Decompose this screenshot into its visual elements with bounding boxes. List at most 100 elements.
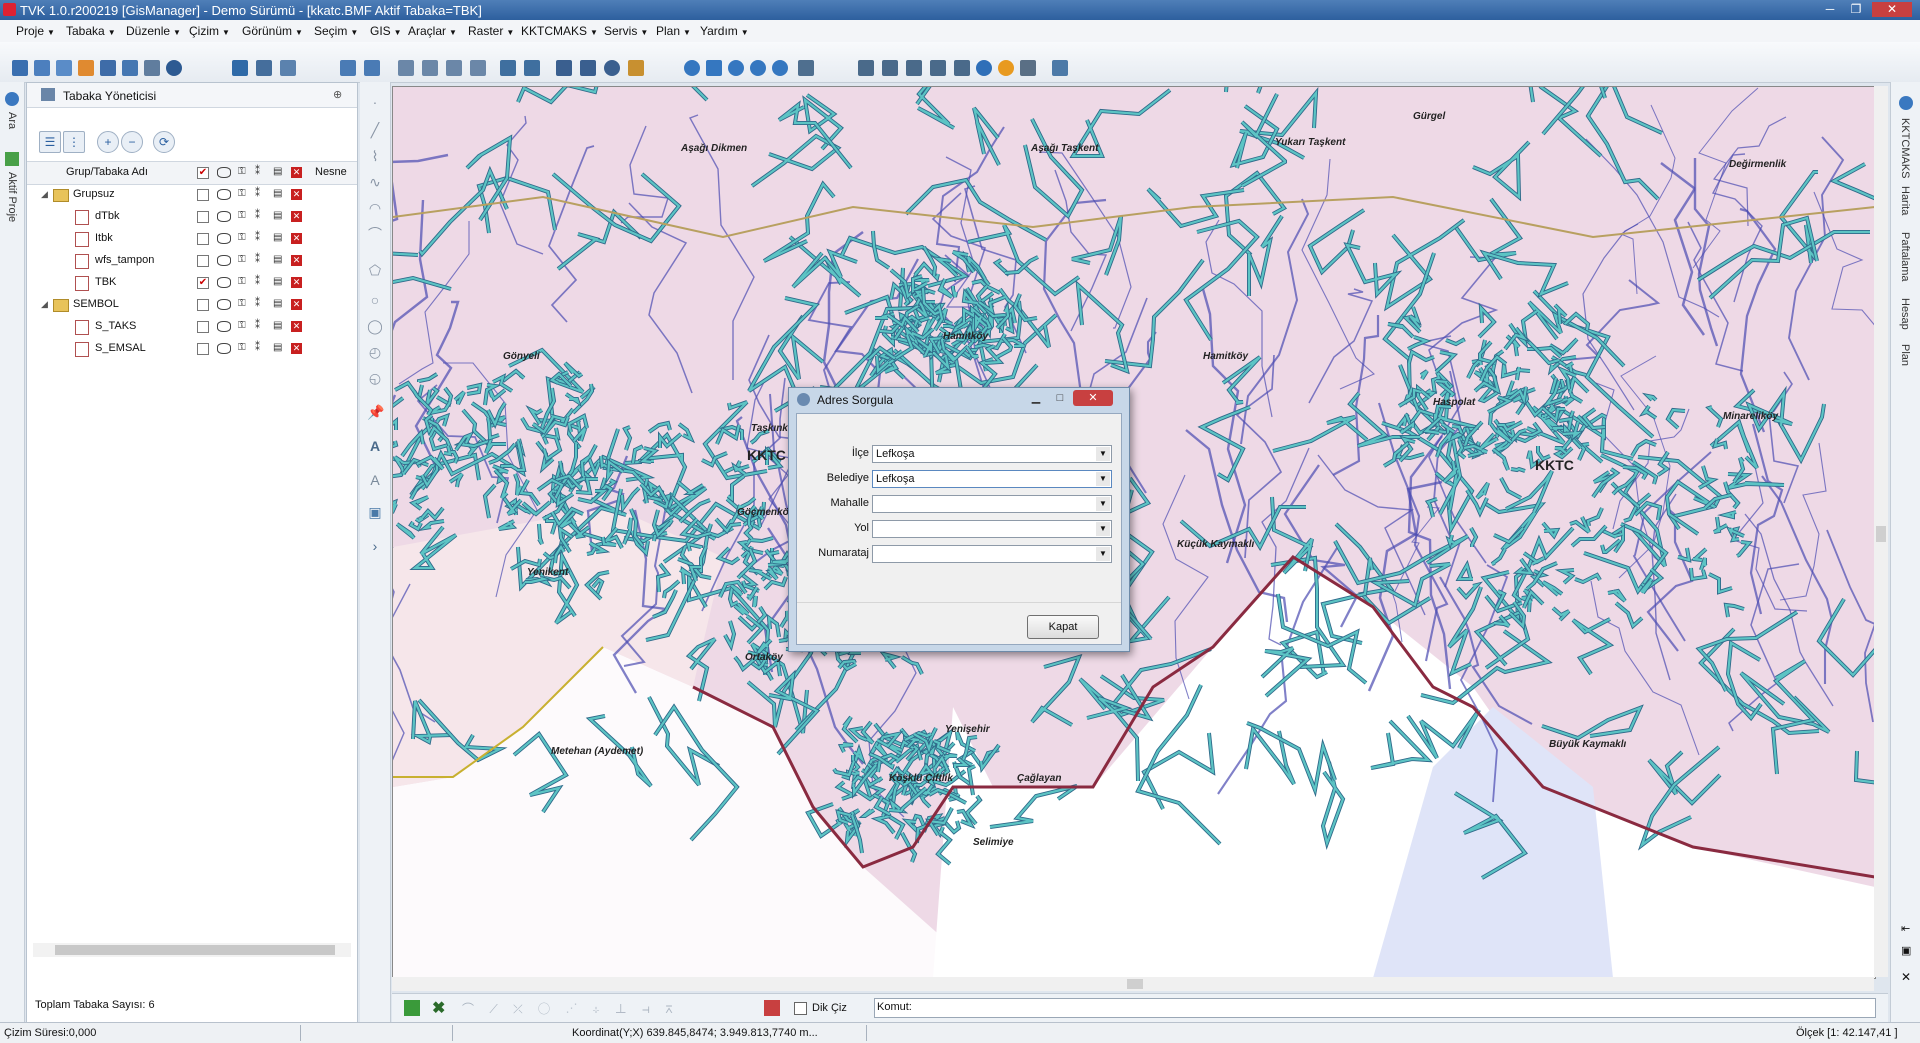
delete-icon[interactable]: ✕: [291, 343, 302, 354]
close-button[interactable]: Kapat: [1027, 615, 1099, 639]
snap-icon[interactable]: ⁑: [255, 188, 266, 200]
layer-row-s-taks[interactable]: S_TAKS ⚿ ⁑ ▤ ✕: [27, 316, 357, 338]
restore-button[interactable]: ❐: [1846, 2, 1866, 17]
print-layer-icon[interactable]: ▤: [273, 210, 284, 222]
layer-visible-checkbox[interactable]: [197, 255, 209, 267]
eye-icon[interactable]: [217, 343, 231, 354]
column-visible-check[interactable]: ✔: [197, 167, 209, 179]
arc-center-icon[interactable]: ◵: [367, 370, 383, 386]
snap-icon[interactable]: ⁑: [255, 298, 266, 310]
menu-duzenle[interactable]: Düzenle ▼: [126, 24, 181, 38]
cut-icon[interactable]: [422, 60, 438, 76]
save-as-icon[interactable]: [122, 60, 138, 76]
delete-icon[interactable]: ✕: [291, 321, 302, 332]
snap-icon[interactable]: ⁑: [255, 232, 266, 244]
lock-icon[interactable]: ⚿: [238, 166, 249, 178]
delete-icon[interactable]: ✕: [291, 255, 302, 266]
print-layer-icon[interactable]: ▤: [273, 166, 284, 178]
pin-icon[interactable]: ⇤: [1901, 922, 1910, 935]
select-polygon-icon[interactable]: [906, 60, 922, 76]
menu-cizim[interactable]: Çizim ▼: [189, 24, 230, 38]
layer-visible-checkbox[interactable]: [197, 189, 209, 201]
lock-icon[interactable]: ⚿: [238, 276, 249, 288]
menu-araclar[interactable]: Araçlar ▼: [408, 24, 457, 38]
eraser-icon[interactable]: [524, 60, 540, 76]
eye-icon[interactable]: [217, 277, 231, 288]
select-icon[interactable]: [858, 60, 874, 76]
layer-visible-checkbox[interactable]: [197, 343, 209, 355]
chevron-down-icon[interactable]: ▼: [1096, 447, 1110, 461]
column-layer-name[interactable]: Grup/Tabaka Adı: [27, 166, 187, 178]
layer-row-dtbk[interactable]: dTbk ⚿ ⁑ ▤ ✕: [27, 206, 357, 228]
rotate-icon[interactable]: [580, 60, 596, 76]
select-window-icon[interactable]: [882, 60, 898, 76]
snap-off-icon[interactable]: ✖: [432, 998, 445, 1018]
menu-tabaka[interactable]: Tabaka ▼: [66, 24, 116, 38]
redo-icon[interactable]: [364, 60, 380, 76]
layer-row-sembol[interactable]: ◢ SEMBOL ⚿ ⁑ ▤ ✕: [27, 294, 357, 316]
layer-visible-checkbox[interactable]: [197, 211, 209, 223]
snap-icon[interactable]: ⁑: [255, 166, 266, 178]
eye-icon[interactable]: [217, 167, 231, 178]
redraw-icon[interactable]: [684, 60, 700, 76]
lock-icon[interactable]: ⚿: [238, 210, 249, 222]
copy-icon[interactable]: [398, 60, 414, 76]
chevron-down-icon[interactable]: ▼: [1096, 547, 1110, 561]
chevron-down-icon[interactable]: ▼: [1096, 497, 1110, 511]
grid-icon[interactable]: [280, 60, 296, 76]
lock-icon[interactable]: ⚿: [238, 232, 249, 244]
zoom-window-icon[interactable]: [772, 60, 788, 76]
menu-secim[interactable]: Seçim ▼: [314, 24, 358, 38]
snap-icon[interactable]: ⁑: [255, 342, 266, 354]
snap-icon[interactable]: ⁑: [255, 276, 266, 288]
mahalle-select[interactable]: ▼: [872, 495, 1112, 513]
menu-gorunum[interactable]: Görünüm ▼: [242, 24, 303, 38]
print-layer-icon[interactable]: ▤: [273, 342, 284, 354]
layer-refresh-button[interactable]: ⟳: [153, 131, 175, 153]
menu-servis[interactable]: Servis ▼: [604, 24, 648, 38]
snap-icon[interactable]: ⁑: [255, 254, 266, 266]
edit-icon[interactable]: [500, 60, 516, 76]
refresh-icon[interactable]: [604, 60, 620, 76]
open-file-icon[interactable]: [34, 60, 50, 76]
command-input[interactable]: Komut:: [874, 998, 1876, 1018]
polyline-icon[interactable]: ⌇: [367, 148, 383, 164]
text-icon[interactable]: A: [367, 438, 383, 454]
snap-icon[interactable]: ⁑: [255, 210, 266, 222]
search-tab-label[interactable]: Ara: [6, 112, 18, 129]
print-layer-icon[interactable]: ▤: [273, 276, 284, 288]
dialog-maximize-button[interactable]: □: [1049, 390, 1071, 406]
measure-icon[interactable]: [954, 60, 970, 76]
layer-visible-checkbox[interactable]: [197, 233, 209, 245]
power-icon[interactable]: [166, 60, 182, 76]
belediye-select[interactable]: Lefkoşa ▼: [872, 470, 1112, 488]
right-tab-harita[interactable]: Harita: [1899, 186, 1911, 215]
minimize-button[interactable]: ─: [1820, 2, 1840, 17]
move-icon[interactable]: [556, 60, 572, 76]
menu-raster[interactable]: Raster ▼: [468, 24, 514, 38]
close-panel-icon[interactable]: ✕: [1901, 970, 1911, 984]
right-tab-kktcmaks[interactable]: KKTCMAKS: [1899, 118, 1911, 179]
pin-marker-icon[interactable]: 📌: [367, 404, 384, 420]
point-icon[interactable]: ·: [367, 94, 383, 110]
globe-icon[interactable]: [1899, 96, 1913, 110]
layer-row-itbk[interactable]: Itbk ⚿ ⁑ ▤ ✕: [27, 228, 357, 250]
eraser-icon[interactable]: [764, 1000, 780, 1016]
map-toggle-icon[interactable]: [404, 1000, 420, 1016]
eye-icon[interactable]: [217, 321, 231, 332]
paste-icon[interactable]: [446, 60, 462, 76]
delete-icon[interactable]: ✕: [291, 233, 302, 244]
menu-plan[interactable]: Plan ▼: [656, 24, 691, 38]
layer-visible-checkbox[interactable]: [197, 299, 209, 311]
print-layer-icon[interactable]: ▤: [273, 232, 284, 244]
zoom-out-icon[interactable]: [750, 60, 766, 76]
menu-kktcmaks[interactable]: KKTCMAKS ▼: [521, 24, 598, 38]
ellipse-icon[interactable]: ◴: [367, 344, 383, 360]
circle-icon[interactable]: ○: [367, 292, 383, 308]
close-window-button[interactable]: ✕: [1872, 2, 1912, 17]
numarataj-select[interactable]: ▼: [872, 545, 1112, 563]
pin-icon[interactable]: ⊕: [333, 88, 342, 101]
dialog-close-icon[interactable]: ✕: [1073, 390, 1113, 406]
table-icon[interactable]: [256, 60, 272, 76]
collapse-tree-button[interactable]: ☰: [39, 131, 61, 153]
